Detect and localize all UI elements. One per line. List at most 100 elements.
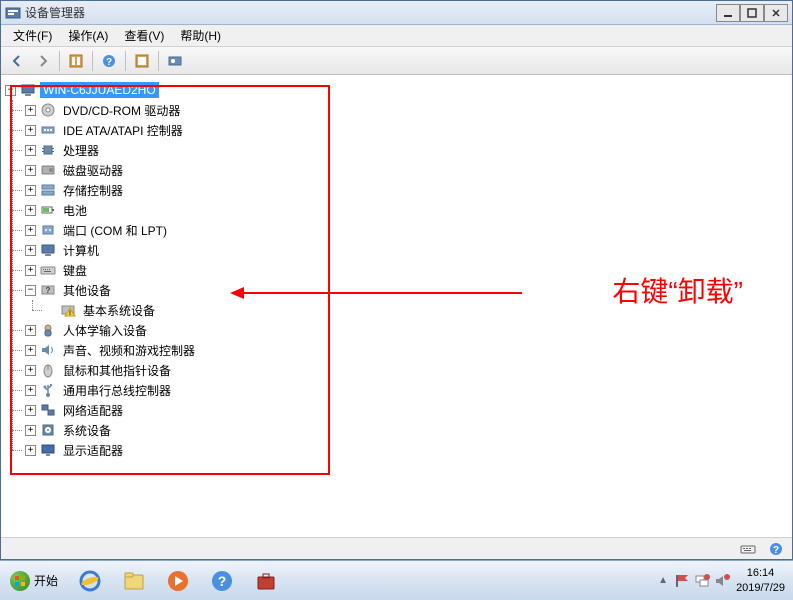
menu-action[interactable]: 操作(A) [60,25,116,46]
tree-item[interactable]: + 电池 [25,200,788,220]
tray-flag-icon[interactable] [674,573,690,589]
tree-item-label[interactable]: 端口 (COM 和 LPT) [60,221,170,240]
expand-icon[interactable]: + [25,325,36,336]
hid-icon [40,322,56,338]
menu-view[interactable]: 查看(V) [116,25,172,46]
tree-item[interactable]: + 处理器 [25,140,788,160]
tree-item[interactable]: + 计算机 [25,240,788,260]
mouse-icon [40,362,56,378]
expand-icon[interactable]: + [25,405,36,416]
tree-item[interactable]: + 通用串行总线控制器 [25,380,788,400]
start-orb-icon [10,571,30,591]
help-button[interactable]: ? [97,50,121,72]
start-button[interactable]: 开始 [0,561,68,600]
tree-item-label[interactable]: 显示适配器 [60,441,126,460]
tree-item-label[interactable]: 系统设备 [60,421,114,440]
tree-item-label[interactable]: 其他设备 [60,281,114,300]
task-tools[interactable] [245,563,287,599]
battery-icon [40,202,56,218]
statusbar: ?▼ [1,537,792,559]
minimize-button[interactable] [716,4,740,22]
tree-item[interactable]: + 系统设备 [25,420,788,440]
titlebar[interactable]: 设备管理器 [1,1,792,25]
tree-item[interactable]: + 键盘 [25,260,788,280]
tree-item-label[interactable]: DVD/CD-ROM 驱动器 [60,101,183,120]
back-button[interactable] [5,50,29,72]
app-icon [5,5,21,21]
svg-text:?: ? [773,545,779,556]
expand-icon[interactable]: + [25,345,36,356]
task-help[interactable]: ? [201,563,243,599]
clock[interactable]: 16:14 2019/7/29 [736,566,785,595]
tree-item-label[interactable]: 电池 [60,201,90,220]
svg-text:?: ? [46,286,51,295]
tree-item[interactable]: + 人体学输入设备 [25,320,788,340]
expand-icon[interactable]: + [25,265,36,276]
expand-icon[interactable]: + [25,145,36,156]
tree-item[interactable]: + 端口 (COM 和 LPT) [25,220,788,240]
forward-button[interactable] [31,50,55,72]
toolbar-properties-icon[interactable] [64,50,88,72]
sound-icon [40,342,56,358]
expand-icon[interactable]: + [25,205,36,216]
tree-content: − WIN-C6JJUAED2HO + DVD/CD-ROM 驱动器 + IDE ATA/… [1,75,792,537]
tree-item-label[interactable]: 人体学输入设备 [60,321,150,340]
tree-item-label[interactable]: IDE ATA/ATAPI 控制器 [60,121,186,140]
tree-root[interactable]: − WIN-C6JJUAED2HO [5,80,788,100]
tree-item[interactable]: + 鼠标和其他指针设备 [25,360,788,380]
tree-item-label[interactable]: 通用串行总线控制器 [60,381,174,400]
tree-item[interactable]: + 声音、视频和游戏控制器 [25,340,788,360]
toolbar-scan-icon[interactable] [130,50,154,72]
tree-item-label[interactable]: 声音、视频和游戏控制器 [60,341,198,360]
expand-icon[interactable]: + [25,365,36,376]
tree-item-label[interactable]: 键盘 [60,261,90,280]
tree-item[interactable]: + 显示适配器 [25,440,788,460]
tray-network-icon[interactable] [694,573,710,589]
expand-icon[interactable]: + [25,425,36,436]
toolbar-device-icon[interactable] [163,50,187,72]
disc-icon [40,102,56,118]
storage-icon [40,182,56,198]
tree-item-label[interactable]: 网络适配器 [60,401,126,420]
expand-icon[interactable]: + [25,225,36,236]
expand-icon[interactable]: + [25,185,36,196]
task-explorer[interactable] [113,563,155,599]
tree-item-label[interactable]: 处理器 [60,141,102,160]
menu-file[interactable]: 文件(F) [5,25,60,46]
tree-item[interactable]: + 磁盘驱动器 [25,160,788,180]
expand-icon[interactable]: − [25,285,36,296]
tray-expand-icon[interactable]: ▲ [658,575,668,586]
expand-icon[interactable]: + [25,125,36,136]
tray-volume-icon[interactable] [714,573,730,589]
close-button[interactable] [764,4,788,22]
tree-item[interactable]: + IDE ATA/ATAPI 控制器 [25,120,788,140]
collapse-icon[interactable]: − [5,85,16,96]
task-media[interactable] [157,563,199,599]
tree-item[interactable]: + 存储控制器 [25,180,788,200]
expand-icon[interactable]: + [25,105,36,116]
menu-help[interactable]: 帮助(H) [172,25,229,46]
clock-time: 16:14 [736,566,785,580]
tree-item[interactable]: + 网络适配器 [25,400,788,420]
tree-child-label[interactable]: 基本系统设备 [80,301,158,320]
tree-item-label[interactable]: 鼠标和其他指针设备 [60,361,174,380]
expand-icon[interactable]: + [25,385,36,396]
tree-item-label[interactable]: 磁盘驱动器 [60,161,126,180]
expand-icon[interactable]: + [25,165,36,176]
maximize-button[interactable] [740,4,764,22]
tree-item-label[interactable]: 存储控制器 [60,181,126,200]
usb-icon [40,382,56,398]
task-ie[interactable] [69,563,111,599]
toolbar: ? [1,47,792,75]
tree-item[interactable]: −? 其他设备 [25,280,788,300]
unknown-icon: ? [40,282,56,298]
tree-item-label[interactable]: 计算机 [60,241,102,260]
tree-item[interactable]: + DVD/CD-ROM 驱动器 [25,100,788,120]
expand-icon[interactable]: + [25,245,36,256]
tree-root-label[interactable]: WIN-C6JJUAED2HO [40,82,159,98]
help-status-icon[interactable]: ?▼ [768,541,784,557]
port-icon [40,222,56,238]
tree-child-item[interactable]: ! 基本系统设备 [45,300,788,320]
svg-text:!: ! [69,311,71,317]
expand-icon[interactable]: + [25,445,36,456]
